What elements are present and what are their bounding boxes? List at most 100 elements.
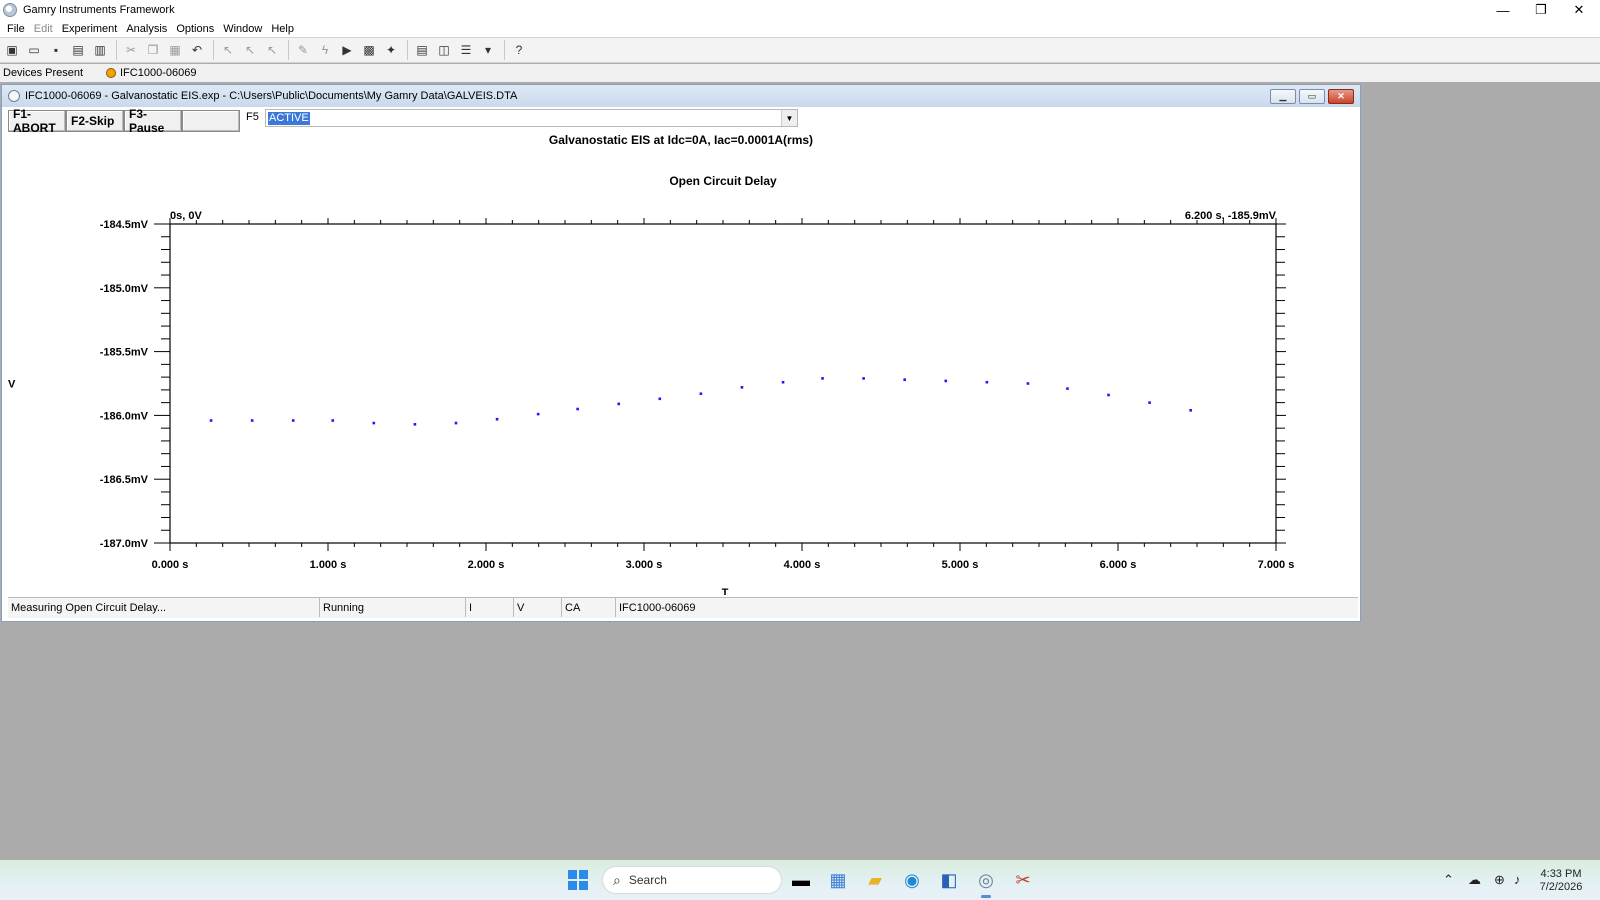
taskbar-search-input[interactable]: ⌕ Search: [602, 866, 782, 894]
data-point: [331, 419, 335, 422]
chart-title: Open Circuit Delay: [669, 174, 777, 188]
menu-edit[interactable]: Edit: [31, 23, 59, 35]
menu-experiment[interactable]: Experiment: [59, 23, 124, 35]
edge-browser-icon[interactable]: ◉: [899, 867, 925, 893]
search-placeholder: Search: [628, 873, 667, 887]
data-point: [291, 419, 295, 422]
x-tick-label: 2.000 s: [468, 559, 505, 571]
clock-time: 4:33 PM: [1540, 868, 1582, 880]
tile-vertical-icon[interactable]: ◫: [434, 40, 454, 60]
data-point: [1066, 387, 1069, 390]
menu-options[interactable]: Options: [173, 23, 220, 35]
y-tick-label: -184.5mV: [100, 219, 149, 231]
system-clock[interactable]: 4:33 PM 7/2/2026: [1530, 868, 1592, 894]
data-point: [821, 377, 824, 380]
toolbar-separator: [288, 40, 289, 60]
status-device: IFC1000-06069: [619, 601, 696, 614]
search-icon: ⌕: [613, 871, 621, 888]
x-tick-label: 6.000 s: [1100, 559, 1137, 571]
run-icon[interactable]: ▶: [337, 40, 357, 60]
toolbar-separator: [504, 40, 505, 60]
x-tick-label: 4.000 s: [784, 559, 821, 571]
toolbar: ▣ ▭ ▪ ▤ ▥ ✂ ❐ ▦ ↶ ↖ ↖ ↖ ✎ ϟ ▶ ▩ ✦ ▤ ◫ ☰ …: [0, 37, 1600, 63]
data-point: [944, 379, 948, 383]
cursor-zoom-icon[interactable]: ↖: [240, 40, 260, 60]
paste-icon[interactable]: ▦: [165, 40, 185, 60]
y-tick-label: -187.0mV: [100, 538, 149, 550]
pen-icon[interactable]: ✎: [293, 40, 313, 60]
x-tick-label: 5.000 s: [942, 559, 979, 571]
cloud-icon[interactable]: ☁: [1468, 872, 1481, 888]
taskbar: ⌕ Search ▬ ▦ ▰ ◉ ◧ ◎ ✂ ⌃ ☁ ⊕ ♪ 4:33 PM 7…: [0, 860, 1600, 900]
windows-start-icon[interactable]: [568, 870, 588, 890]
status-voltage-indicator: V: [514, 598, 562, 617]
cursor-readout: 6.200 s, -185.9mV: [1185, 210, 1277, 222]
open-icon[interactable]: ▭: [24, 40, 44, 60]
clock-date: 7/2/2026: [1539, 881, 1583, 893]
undo-icon[interactable]: ↶: [187, 40, 207, 60]
chevron-up-icon[interactable]: ⌃: [1443, 872, 1454, 888]
y-tick-label: -185.0mV: [100, 283, 149, 295]
save-all-icon[interactable]: ▤: [68, 40, 88, 60]
gamry-app-icon: [3, 3, 17, 17]
help-icon[interactable]: ?: [509, 40, 529, 60]
widgets-icon[interactable]: ▦: [825, 867, 851, 893]
status-mode: CA: [562, 598, 616, 617]
network-icon[interactable]: ⊕: [1494, 872, 1505, 888]
data-point: [1107, 393, 1110, 397]
data-point: [699, 392, 703, 396]
arrange-icon[interactable]: ▾: [478, 40, 498, 60]
data-point: [209, 419, 213, 422]
x-tick-label: 0.000 s: [152, 559, 189, 571]
toolbar-separator: [407, 40, 408, 60]
devices-present-label: Devices Present: [3, 67, 84, 79]
menu-bar: File Edit Experiment Analysis Options Wi…: [0, 20, 1600, 37]
task-view-icon[interactable]: ▬: [788, 867, 814, 893]
menu-window[interactable]: Window: [220, 23, 268, 35]
data-point: [413, 423, 417, 426]
minimize-button[interactable]: —: [1484, 0, 1522, 20]
data-point: [862, 377, 865, 380]
app-title-bar: Gamry Instruments Framework — ❐ ✕: [0, 0, 1600, 20]
menu-analysis[interactable]: Analysis: [123, 23, 173, 35]
data-point: [372, 421, 376, 425]
data-point: [250, 419, 254, 422]
menu-file[interactable]: File: [4, 23, 31, 35]
cursor-icon[interactable]: ↖: [218, 40, 238, 60]
file-explorer-icon[interactable]: ▰: [862, 867, 888, 893]
restore-button[interactable]: ❐: [1522, 0, 1560, 20]
snipping-tool-icon[interactable]: ✂: [1010, 867, 1036, 893]
gamry-taskbar-icon[interactable]: ◎: [973, 867, 999, 898]
print-icon[interactable]: ▥: [90, 40, 110, 60]
data-point: [576, 407, 579, 411]
lightning-icon[interactable]: ϟ: [315, 40, 335, 60]
data-point: [903, 378, 906, 381]
plot-icon[interactable]: ▩: [359, 40, 379, 60]
open-circuit-delay-plot: Open Circuit Delay 0s, 0V 6.200 s, -185.9m…: [8, 174, 1295, 595]
data-point: [1026, 382, 1030, 385]
status-state: Running: [320, 598, 466, 617]
y-tick-label: -186.5mV: [100, 474, 149, 486]
tile-horizontal-icon[interactable]: ☰: [456, 40, 476, 60]
menu-help[interactable]: Help: [268, 23, 300, 35]
experiment-window: IFC1000-06069 - Galvanostatic EIS.exp - …: [1, 84, 1361, 622]
data-point: [495, 417, 499, 421]
copy-icon[interactable]: ❐: [143, 40, 163, 60]
device-status-icon: [106, 68, 116, 78]
x-tick-label: 7.000 s: [1258, 559, 1295, 571]
cursor-select-icon[interactable]: ↖: [262, 40, 282, 60]
wand-icon[interactable]: ✦: [381, 40, 401, 60]
devices-bar: Devices Present IFC1000-06069: [0, 64, 1600, 82]
save-icon[interactable]: ▪: [46, 40, 66, 60]
volume-icon[interactable]: ♪: [1514, 872, 1521, 887]
data-point: [1189, 408, 1192, 412]
x-axis-label: T: [722, 587, 729, 595]
store-icon[interactable]: ◧: [936, 867, 962, 893]
x-tick-label: 1.000 s: [310, 559, 347, 571]
cascade-icon[interactable]: ▤: [412, 40, 432, 60]
close-button[interactable]: ✕: [1560, 0, 1598, 20]
cut-icon[interactable]: ✂: [121, 40, 141, 60]
device-name[interactable]: IFC1000-06069: [120, 67, 196, 79]
plot-frame: [169, 223, 1277, 544]
new-icon[interactable]: ▣: [2, 40, 22, 60]
